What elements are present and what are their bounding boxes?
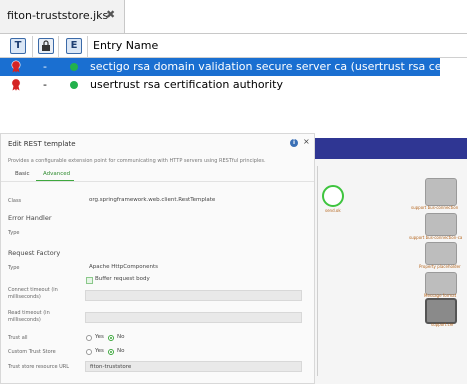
flow-node-label: support.cer (431, 322, 454, 327)
read-timeout-label: Read timeout (in (8, 310, 50, 316)
trust-all-label: Trust all (8, 335, 28, 341)
entry-type-column-icon[interactable]: T (10, 38, 26, 54)
valid-status-icon (70, 63, 78, 71)
trust-all-no-radio[interactable] (108, 335, 114, 341)
trust-store-url-input[interactable]: fiton-truststore (85, 361, 302, 372)
dialog-title: Edit REST template (8, 140, 76, 148)
class-label: Class (8, 198, 22, 204)
valid-status-icon (70, 81, 78, 89)
keystore-tab[interactable]: fiton-truststore.jks ✖ (0, 0, 125, 33)
column-divider (32, 36, 33, 57)
read-timeout-input[interactable] (85, 312, 302, 323)
lock-column-icon[interactable] (38, 38, 54, 54)
keystore-entry-row[interactable]: - sectigo rsa domain validation secure s… (0, 58, 467, 76)
request-factory-heading: Request Factory (8, 249, 61, 257)
flow-node-label: Property placeholder (419, 264, 461, 269)
end-event-label: send.ok (325, 208, 341, 213)
keystore-tab-title: fiton-truststore.jks (7, 9, 109, 22)
flow-connector-line (317, 166, 318, 376)
read-timeout-label-2: milliseconds) (8, 317, 41, 323)
entry-lock-status: - (43, 60, 47, 73)
lock-icon (42, 40, 50, 51)
flow-node-selected[interactable] (425, 298, 457, 324)
flow-node[interactable] (425, 213, 457, 236)
column-divider (58, 36, 59, 57)
keystore-tab-bar: fiton-truststore.jks ✖ (0, 0, 467, 34)
flow-node[interactable] (425, 242, 457, 265)
trust-all-yes-radio[interactable] (86, 335, 92, 341)
custom-trust-yes-label: Yes (95, 348, 104, 354)
trust-all-no-label: No (117, 334, 125, 340)
entry-name: usertrust rsa certification authority (90, 78, 283, 91)
buffer-request-body-label: Buffer request body (95, 276, 150, 282)
keystore-table-header: T E Entry Name (0, 36, 467, 58)
flow-node[interactable] (425, 272, 457, 295)
flow-node[interactable] (425, 178, 457, 206)
tab-advanced[interactable]: Advanced (43, 171, 70, 177)
entry-name-column-header[interactable]: Entry Name (93, 39, 158, 52)
connect-timeout-label: Connect timeout (in (8, 287, 58, 293)
request-factory-type-value[interactable]: Apache HttpComponents (89, 264, 158, 270)
request-factory-type-label: Type (8, 265, 20, 271)
close-tab-icon[interactable]: ✖ (106, 8, 115, 21)
error-handler-heading: Error Handler (8, 214, 52, 222)
expiry-column-icon[interactable]: E (66, 38, 82, 54)
canvas-header-bar (315, 138, 467, 159)
close-icon[interactable]: × (303, 137, 310, 146)
entry-name: sectigo rsa domain validation secure ser… (90, 60, 467, 73)
flow-node-label: support bus-connection (411, 205, 459, 210)
trust-store-url-label: Trust store resource URL (8, 364, 70, 370)
custom-trust-store-label: Custom Trust Store (8, 349, 56, 355)
end-event-node[interactable] (322, 185, 344, 207)
column-divider (87, 36, 88, 57)
connect-timeout-input[interactable] (85, 290, 302, 301)
dialog-description: Provides a configurable extension point … (8, 158, 266, 164)
tab-divider (1, 181, 314, 182)
buffer-request-body-checkbox[interactable] (86, 277, 93, 284)
class-value: org.springframework.web.client.RestTempl… (89, 197, 216, 203)
custom-trust-yes-radio[interactable] (86, 349, 92, 355)
keystore-entry-row[interactable]: - usertrust rsa certification authority (0, 76, 440, 94)
trusted-certificate-icon (11, 60, 21, 73)
tab-basic[interactable]: Basic (15, 171, 30, 177)
custom-trust-no-radio[interactable] (108, 349, 114, 355)
connect-timeout-label-2: milliseconds) (8, 294, 41, 300)
info-icon[interactable]: i (290, 139, 298, 147)
trusted-certificate-icon (11, 78, 21, 91)
entry-lock-status: - (43, 78, 47, 91)
error-handler-type-label: Type (8, 230, 20, 236)
flow-node-label: support bus-connection-ca (409, 235, 463, 240)
edit-rest-template-dialog: Edit REST template i × Provides a config… (0, 133, 315, 384)
trust-all-yes-label: Yes (95, 334, 104, 340)
custom-trust-no-label: No (117, 348, 125, 354)
